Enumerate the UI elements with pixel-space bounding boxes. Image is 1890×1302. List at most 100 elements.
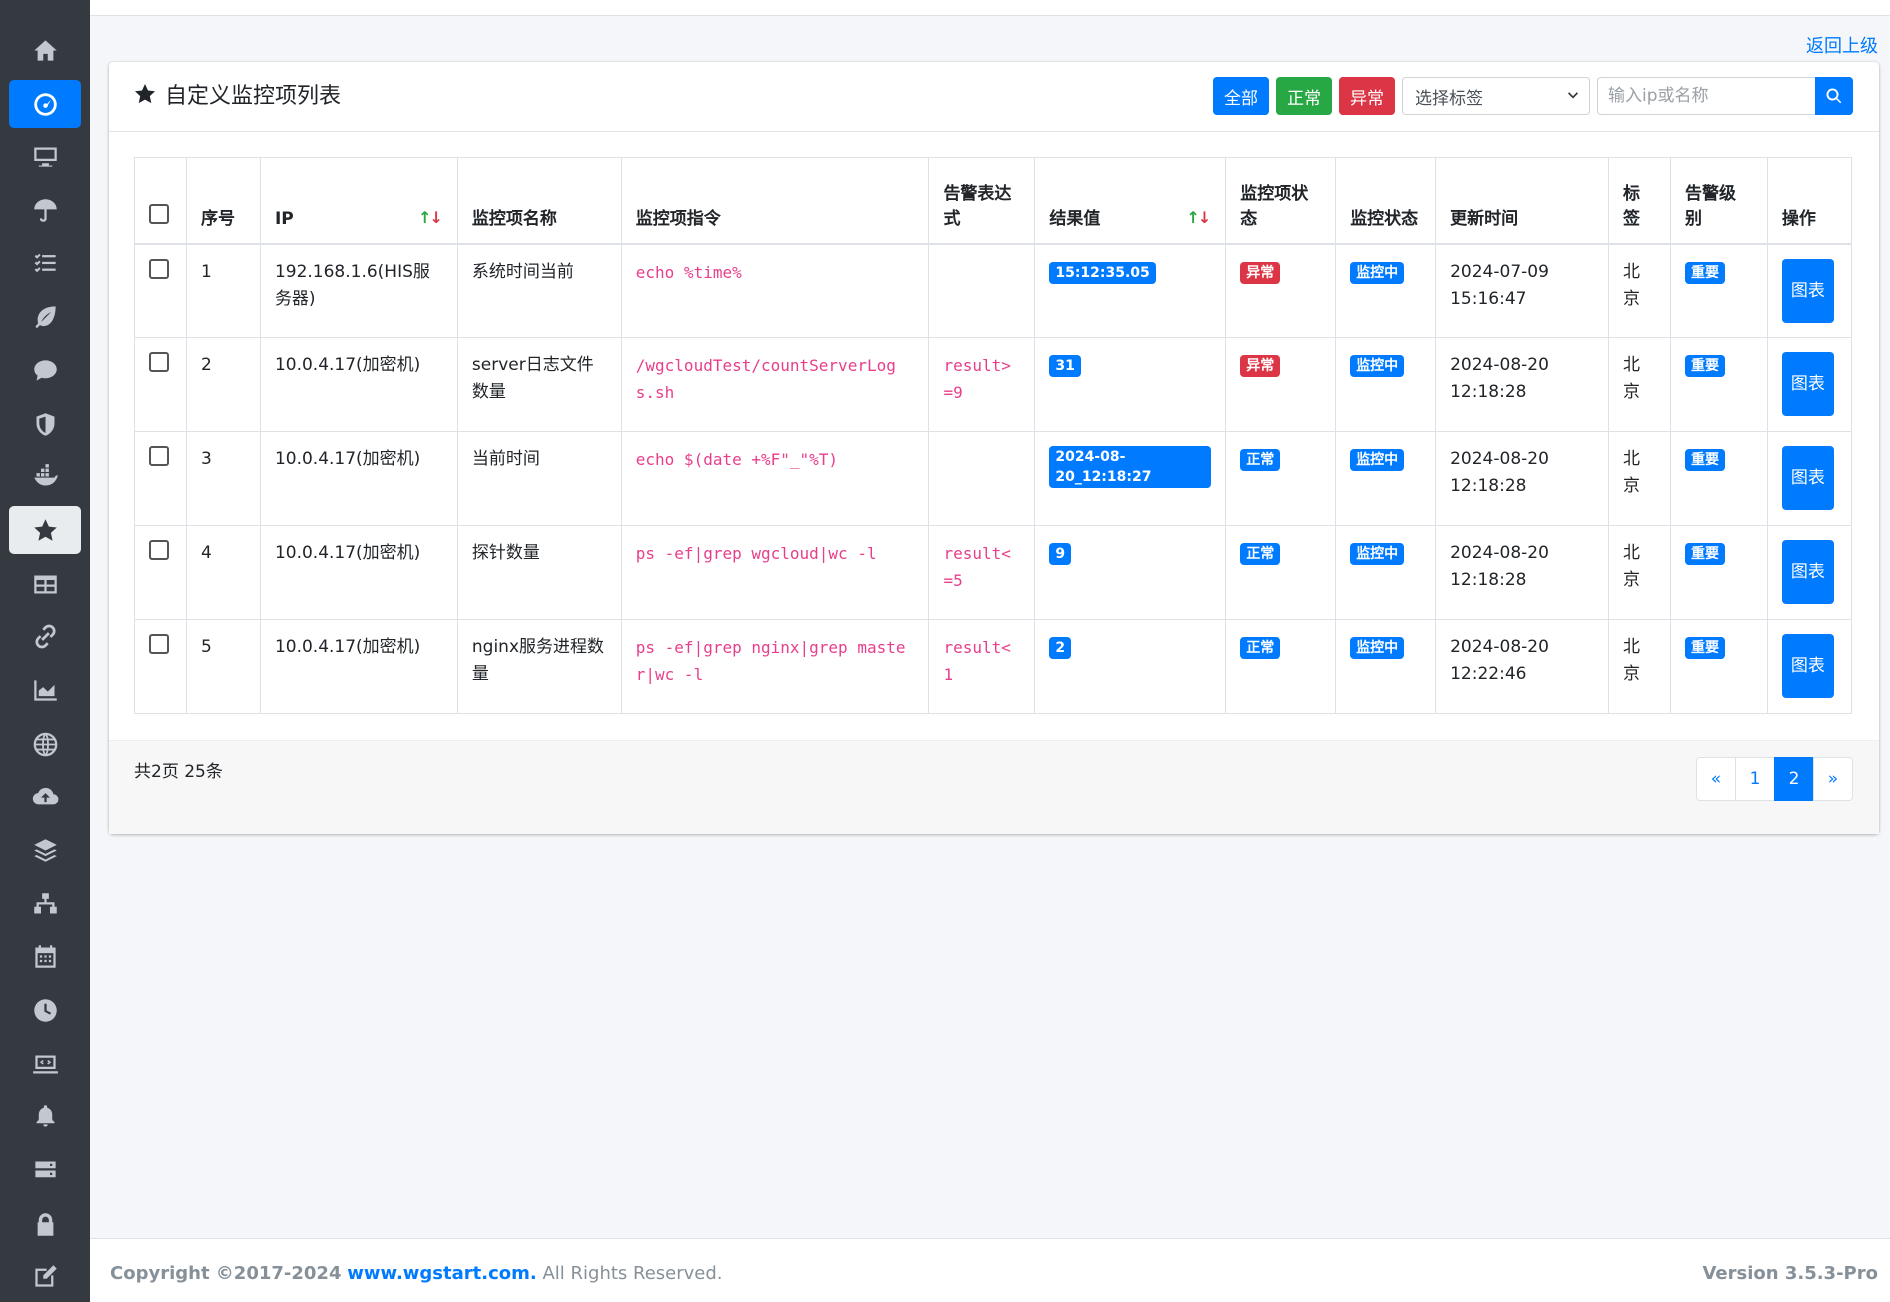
sidebar-item-globe[interactable]: [9, 720, 81, 768]
filter-normal-button[interactable]: 正常: [1276, 77, 1332, 115]
sidebar-item-tasks[interactable]: [9, 239, 81, 287]
header-ip[interactable]: IP ↑↓: [259, 157, 458, 245]
site-link[interactable]: www.wgstart.com.: [347, 1263, 537, 1284]
cell-name: 系统时间当前: [456, 243, 622, 338]
header-result[interactable]: 结果值 ↑↓: [1034, 157, 1227, 245]
row-checkbox[interactable]: [149, 634, 169, 654]
sidebar-item-area-chart[interactable]: [9, 666, 81, 714]
home-icon: [33, 39, 57, 61]
header-cmd: 监控项指令: [620, 157, 930, 245]
cell-result: 9: [1034, 525, 1227, 620]
result-badge: 2: [1049, 637, 1072, 659]
sidebar-item-docker[interactable]: [9, 452, 81, 500]
leaf-icon: [34, 305, 56, 328]
chevron-down-icon: [1568, 92, 1578, 99]
task-list-icon: [34, 253, 56, 272]
link-icon: [34, 624, 56, 648]
sidebar-item-cloud-upload[interactable]: [9, 772, 81, 820]
cell-result: 15:12:35.05: [1034, 243, 1227, 338]
select-all-checkbox[interactable]: [149, 203, 169, 224]
filter-all-button[interactable]: 全部: [1213, 77, 1269, 115]
result-badge: 15:12:35.05: [1049, 261, 1156, 284]
sidebar-item-chat[interactable]: [9, 346, 81, 394]
result-badge: 2024-08-20_12:18:27: [1049, 446, 1212, 488]
row-checkbox-cell: [134, 525, 187, 620]
sidebar-item-layers[interactable]: [9, 826, 81, 874]
search-input[interactable]: [1597, 77, 1815, 115]
cell-ip: 10.0.4.17(加密机): [259, 431, 458, 526]
chart-button[interactable]: 图表: [1781, 446, 1834, 510]
pagination-page-1[interactable]: 1: [1735, 757, 1775, 801]
row-checkbox[interactable]: [149, 258, 169, 279]
level-badge: 重要: [1684, 355, 1725, 377]
desktop-icon: [33, 147, 57, 167]
cell-updated: 2024-08-20 12:22:46: [1435, 619, 1609, 714]
sort-icon[interactable]: ↑↓: [1186, 207, 1211, 227]
row-checkbox[interactable]: [149, 352, 169, 372]
cloud-upload-icon: [32, 787, 58, 804]
version-label: Version 3.5.3-Pro: [1702, 1263, 1878, 1284]
laptop-code-icon: [32, 1055, 58, 1073]
level-badge: 重要: [1684, 261, 1725, 284]
sidebar-item-edit[interactable]: [9, 1252, 81, 1300]
cell-cmd: ps -ef|grep nginx|grep master|wc -l: [620, 619, 930, 714]
status-badge: 正常: [1240, 637, 1281, 659]
sidebar-item-home[interactable]: [9, 26, 81, 74]
sidebar-item-desktop[interactable]: [9, 132, 81, 180]
cell-name: 当前时间: [456, 431, 622, 526]
header-tag: 标签: [1608, 157, 1671, 245]
pagination-page-2[interactable]: 2: [1774, 757, 1814, 801]
sidebar-item-alerts[interactable]: [9, 1092, 81, 1140]
row-checkbox-cell: [134, 431, 187, 526]
row-checkbox[interactable]: [149, 446, 169, 466]
sort-down-arrow: ↓: [1197, 207, 1211, 227]
sidebar-item-security[interactable]: [9, 400, 81, 448]
chart-button[interactable]: 图表: [1781, 540, 1834, 604]
sidebar-item-calendar[interactable]: [9, 932, 81, 980]
sidebar-item-table[interactable]: [9, 560, 81, 608]
sidebar-item-clock[interactable]: [9, 986, 81, 1034]
tag-select[interactable]: 选择标签: [1402, 77, 1590, 115]
sidebar-item-umbrella[interactable]: [9, 186, 81, 234]
copyright-rights: All Rights Reserved.: [542, 1263, 723, 1284]
tag-select-value: 选择标签: [1415, 88, 1483, 109]
header-name: 监控项名称: [456, 157, 622, 245]
sort-up-arrow: ↑: [1186, 207, 1199, 227]
cell-action: 图表: [1766, 243, 1853, 338]
cell-expr: result>=9: [928, 337, 1036, 432]
row-checkbox-cell: [134, 243, 187, 338]
pagination-prev[interactable]: «: [1696, 757, 1736, 801]
pagination: « 1 2 »: [1696, 757, 1853, 801]
back-link[interactable]: 返回上级: [1806, 32, 1878, 58]
status-badge: 异常: [1240, 355, 1281, 377]
chart-button[interactable]: 图表: [1781, 352, 1834, 416]
pagination-next[interactable]: »: [1813, 757, 1853, 801]
sort-down-arrow: ↓: [429, 207, 442, 227]
calendar-icon: [34, 944, 56, 968]
globe-icon: [33, 732, 57, 756]
table-row: 4 10.0.4.17(加密机) 探针数量 ps -ef|grep wgclou…: [134, 525, 1853, 620]
card-header: 自定义监控项列表 全部 正常 异常 选择标签: [109, 62, 1879, 132]
layers-icon: [33, 838, 57, 862]
sidebar-item-server[interactable]: [9, 1146, 81, 1194]
cell-tag: 北京: [1608, 431, 1671, 526]
sidebar-item-link[interactable]: [9, 612, 81, 660]
sidebar-item-dashboard[interactable]: [9, 80, 81, 128]
chart-button[interactable]: 图表: [1781, 634, 1834, 698]
row-checkbox[interactable]: [149, 540, 169, 560]
sidebar-item-custom-monitor[interactable]: [9, 506, 81, 554]
search-button[interactable]: [1815, 77, 1853, 115]
filter-abnormal-button[interactable]: 异常: [1339, 77, 1395, 115]
chart-button[interactable]: 图表: [1781, 258, 1834, 323]
sidebar-item-leaf[interactable]: [9, 292, 81, 340]
header-monitor-status: 监控状态: [1335, 157, 1437, 245]
sidebar-item-laptop-code[interactable]: [9, 1040, 81, 1088]
sort-icon[interactable]: ↑↓: [418, 207, 443, 227]
row-checkbox-cell: [134, 619, 187, 714]
sidebar-item-network[interactable]: [9, 880, 81, 928]
cell-index: 4: [185, 525, 261, 620]
cell-action: 图表: [1766, 525, 1853, 620]
monitor-table: 序号 IP ↑↓ 监控项名称 监控项指令 告警表达式 结果值 ↑↓ 监控项状态 …: [134, 157, 1853, 714]
sidebar-item-lock[interactable]: [9, 1200, 81, 1248]
cell-cmd: /wgcloudTest/countServerLogs.sh: [620, 337, 930, 432]
